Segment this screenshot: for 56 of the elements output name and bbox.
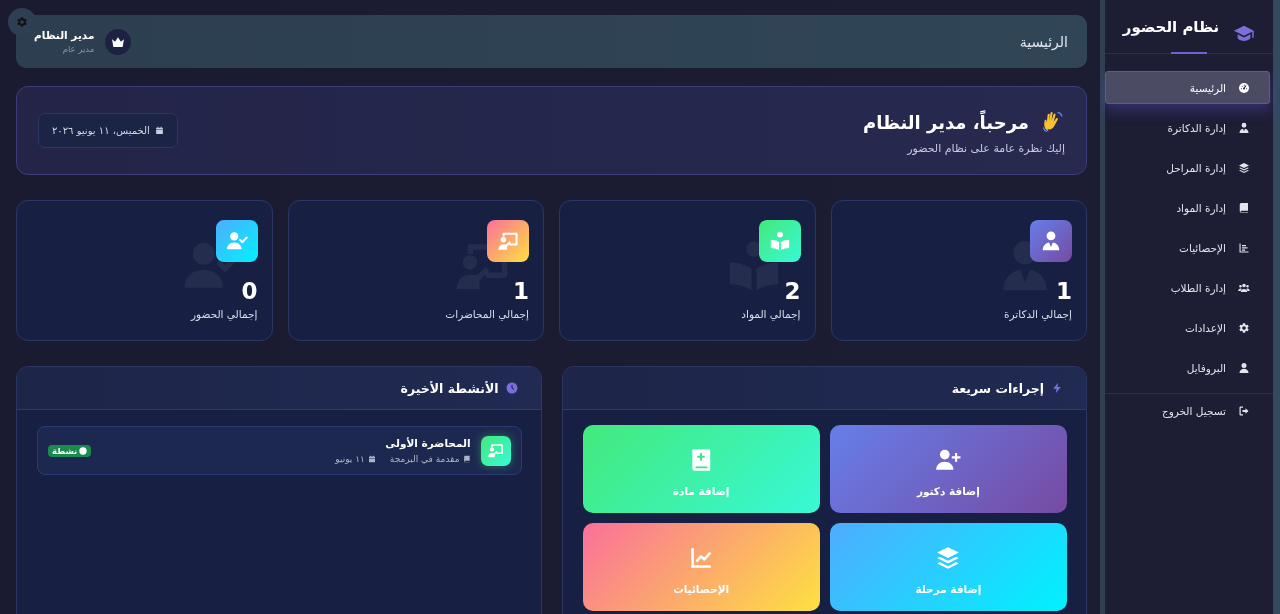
gauge-icon [1238,81,1250,94]
calendar-icon [154,126,164,135]
activity-subject: مقدمة في البرمجة [389,454,460,464]
calendar-icon [367,455,376,463]
book-reader-icon [758,220,801,262]
stat-value: 2 [783,277,801,305]
activity-item[interactable]: المحاضرة الأولى مقدمة في البرمجة ١١ يونيو نشطة [37,426,522,475]
layers-icon [935,545,962,571]
user-tie-icon [1030,220,1072,262]
activity-title: المحاضرة الأولى [384,437,471,449]
stat-value: 0 [240,277,258,305]
sidebar-item[interactable]: إدارة المراحل [1105,151,1270,184]
stat-label: إجمالي الحضور [189,308,258,320]
user-check-icon [215,220,258,262]
teacher-board-icon [480,435,511,466]
sidebar-item[interactable]: الرئيسية [1105,71,1270,104]
user-plus-icon [935,447,962,473]
user-name: مدير النظام [34,29,95,41]
waving-hand-icon [1041,110,1065,134]
layers-icon [1238,161,1250,174]
stat-label: إجمالي المحاضرات [444,308,529,320]
logout-icon [1238,404,1250,417]
sidebar-item[interactable]: البروفايل [1105,351,1270,384]
sidebar-item[interactable]: إدارة الطلاب [1105,271,1270,304]
date-text: الخميس، ١١ يونيو ٢٠٢٦ [52,125,150,136]
status-label: نشطة [52,445,78,456]
sidebar-item[interactable]: الإعدادات [1105,311,1270,344]
stat-value: 1 [512,277,529,305]
sidebar-item[interactable]: الإحصائيات [1105,231,1270,264]
activity-date: ١١ يونيو [335,454,365,464]
app-title: نظام الحضور [1122,17,1220,36]
user-icon [1238,361,1250,374]
lightning-icon [1051,382,1063,394]
stat-label: إجمالي الدكاترة [1003,308,1072,320]
add-doctor-button[interactable]: إضافة دكتور [829,425,1067,513]
users-icon [1238,281,1250,294]
teacher-board-icon [487,220,529,262]
sidebar-item[interactable]: إدارة الدكاترة [1105,111,1270,144]
clock-icon [505,382,518,394]
crown-icon [105,28,132,55]
user-role: مدير عام [61,44,95,54]
panel-title: الأنشطة الأخيرة [400,380,499,396]
welcome-subtitle: إليك نظرة عامة على نظام الحضور [905,142,1065,155]
bar-chart-icon [1238,241,1250,254]
settings-icon [16,16,28,28]
sidebar-item[interactable]: إدارة المواد [1105,191,1270,224]
page-title: الرئيسية [1019,33,1068,50]
settings-icon [1238,321,1250,334]
panel-title: إجراءات سريعة [951,380,1044,396]
book-icon [462,455,471,463]
logout-link[interactable]: تسجيل الخروج [1105,394,1270,427]
stat-value: 1 [1055,277,1072,305]
stat-label: إجمالي المواد [740,308,801,320]
book-icon [1238,201,1250,214]
user-tie-icon [1238,121,1250,134]
welcome-title: مرحباً، مدير النظام [862,111,1029,133]
